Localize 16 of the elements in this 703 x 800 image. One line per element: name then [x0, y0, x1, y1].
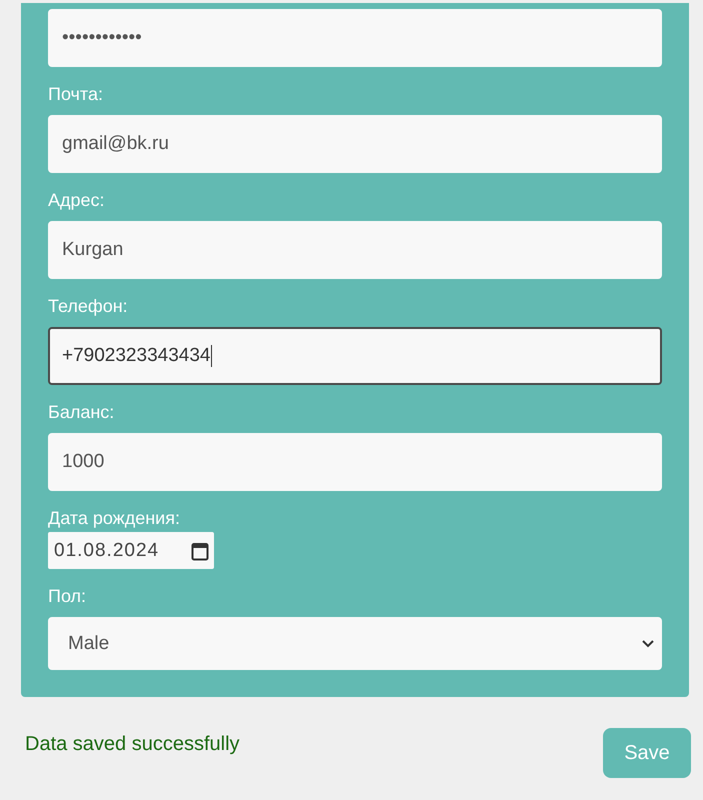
- field-label: Дата рождения:: [48, 507, 181, 529]
- input-field[interactable]: 1000: [48, 433, 662, 491]
- field-label: Адрес:: [48, 189, 106, 211]
- input-field[interactable]: gmail@bk.ru: [48, 115, 662, 173]
- input-field[interactable]: Kurgan: [48, 221, 662, 279]
- field-label: Телефон:: [48, 295, 129, 317]
- input-field[interactable]: +7902323343434: [48, 327, 662, 385]
- date-field[interactable]: 01.08.2024: [48, 532, 214, 569]
- chevron-down-icon: [641, 639, 655, 648]
- select-field[interactable]: Male: [48, 617, 662, 670]
- password-field[interactable]: ••••••••••••: [48, 9, 662, 67]
- field-label: Баланс:: [48, 401, 116, 423]
- status-message: Data saved successfully: [25, 733, 240, 756]
- calendar-icon[interactable]: [191, 540, 209, 560]
- field-label: Почта:: [48, 83, 104, 105]
- field-label: Пол:: [48, 585, 88, 607]
